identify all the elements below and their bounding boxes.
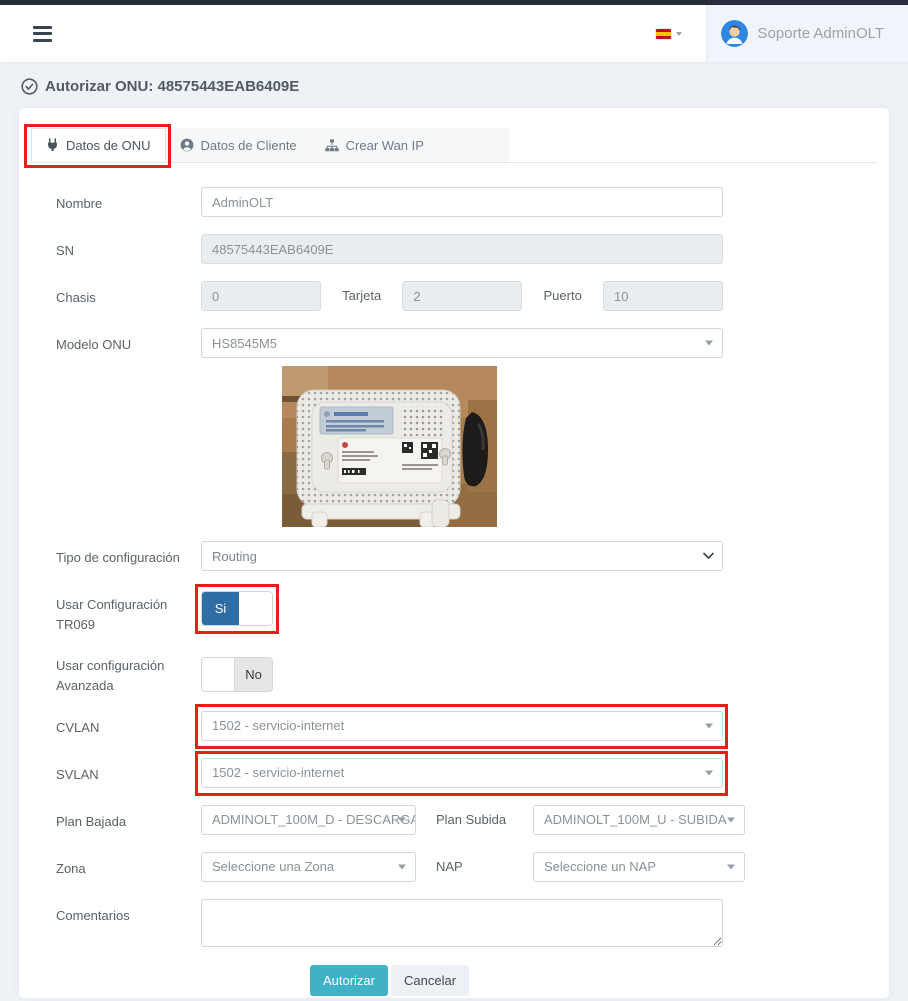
plan-bajada-select[interactable]: ADMINOLT_100M_D - DESCARGA: [201, 805, 416, 835]
puerto-label: Puerto: [544, 281, 582, 303]
language-selector[interactable]: [656, 5, 706, 62]
caret-down-icon: [727, 864, 735, 869]
authorize-button[interactable]: Autorizar: [310, 965, 388, 996]
onu-model-photo: [282, 366, 497, 527]
nap-label: NAP: [436, 852, 533, 874]
onu-form: Nombre SN Chasis Tarjeta Puerto Modelo O…: [31, 163, 877, 996]
nombre-input[interactable]: [201, 187, 723, 217]
plug-icon: [46, 138, 59, 152]
tarjeta-label: Tarjeta: [342, 281, 381, 303]
tab-crear-wan-ip[interactable]: Crear Wan IP: [311, 128, 438, 162]
authorize-onu-card: Datos de ONU Datos de Cliente: [19, 108, 889, 998]
user-menu[interactable]: Soporte AdminOLT: [706, 5, 908, 62]
navbar: Soporte AdminOLT: [0, 5, 908, 62]
modelo-onu-label: Modelo ONU: [56, 328, 201, 358]
caret-down-icon: [398, 817, 406, 822]
avanzada-label: Usar configuración Avanzada: [56, 649, 201, 696]
tarjeta-input: [402, 281, 522, 311]
svlan-label: SVLAN: [56, 758, 201, 788]
puerto-input: [603, 281, 723, 311]
comentarios-input[interactable]: [201, 899, 723, 947]
caret-down-icon: [398, 864, 406, 869]
nombre-label: Nombre: [56, 187, 201, 217]
sn-label: SN: [56, 234, 201, 264]
chevron-down-icon: [676, 32, 682, 36]
caret-down-icon: [727, 817, 735, 822]
cvlan-select[interactable]: 1502 - servicio-internet: [201, 711, 723, 741]
nap-select[interactable]: Seleccione un NAP: [533, 852, 745, 882]
cancel-button[interactable]: Cancelar: [391, 965, 469, 996]
plan-subida-select[interactable]: ADMINOLT_100M_U - SUBIDA: [533, 805, 745, 835]
check-circle-icon: [21, 78, 38, 95]
plan-bajada-label: Plan Bajada: [56, 805, 201, 835]
tab-datos-de-onu[interactable]: Datos de ONU: [31, 128, 166, 162]
tabs-row: Datos de ONU Datos de Cliente: [31, 128, 877, 163]
toggle-on-label: Si: [202, 592, 239, 625]
zona-select[interactable]: Seleccione una Zona: [201, 852, 416, 882]
zona-label: Zona: [56, 852, 201, 882]
form-actions: Autorizar Cancelar: [56, 965, 723, 996]
caret-down-icon: [705, 723, 713, 728]
svlan-select[interactable]: 1502 - servicio-internet: [201, 758, 723, 788]
comentarios-label: Comentarios: [56, 899, 201, 952]
avanzada-toggle[interactable]: No: [201, 657, 273, 692]
tr069-toggle[interactable]: Si: [201, 591, 273, 626]
page-title: Autorizar ONU: 48575443EAB6409E: [21, 78, 908, 95]
tr069-label: Usar Configuración TR069: [56, 588, 201, 635]
caret-down-icon: [705, 341, 713, 346]
plan-subida-label: Plan Subida: [436, 805, 533, 827]
modelo-onu-select[interactable]: HS8545M5: [201, 328, 723, 358]
sn-input: [201, 234, 723, 264]
chevron-down-icon: [703, 553, 714, 560]
cvlan-label: CVLAN: [56, 711, 201, 741]
menu-hamburger-icon[interactable]: [33, 22, 52, 45]
spain-flag-icon: [656, 29, 671, 39]
chasis-input: [201, 281, 321, 311]
toggle-off-label: No: [234, 658, 272, 691]
avatar: [721, 20, 748, 47]
user-name: Soporte AdminOLT: [758, 25, 884, 42]
sitemap-icon: [325, 139, 339, 152]
tab-datos-de-cliente[interactable]: Datos de Cliente: [166, 128, 311, 162]
caret-down-icon: [705, 770, 713, 775]
tipo-configuracion-label: Tipo de configuración: [56, 541, 201, 571]
tipo-configuracion-select[interactable]: Routing: [201, 541, 723, 571]
user-circle-icon: [180, 138, 194, 152]
chasis-label: Chasis: [56, 281, 201, 311]
